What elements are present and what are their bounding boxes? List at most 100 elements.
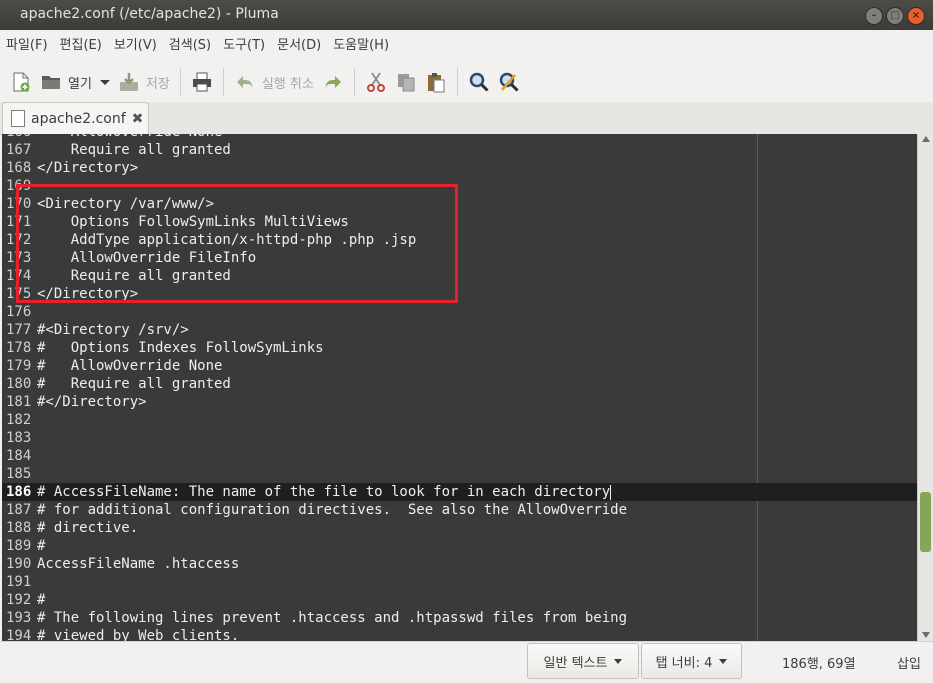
line-number: 193 xyxy=(6,610,32,626)
line-number: 187 xyxy=(6,502,32,518)
document-tab-bar: apache2.conf ✖ xyxy=(0,102,933,135)
code-line[interactable]: 181 #</Directory> xyxy=(2,393,917,411)
maximize-button[interactable]: □ xyxy=(886,7,904,25)
code-line[interactable]: 188 # directive. xyxy=(2,519,917,537)
code-line[interactable]: 168 </Directory> xyxy=(2,159,917,177)
language-selector[interactable]: 일반 텍스트 xyxy=(527,643,639,679)
paste-button[interactable] xyxy=(421,65,451,99)
title-bar: apache2.conf (/etc/apache2) - Pluma – □ … xyxy=(0,0,933,30)
line-number: 189 xyxy=(6,538,32,554)
code-line[interactable]: 192 # xyxy=(2,591,917,609)
tab-apache2-conf[interactable]: apache2.conf ✖ xyxy=(2,102,149,134)
save-label: 저장 xyxy=(145,76,170,92)
current-line[interactable]: 186 # AccessFileName: The name of the fil… xyxy=(2,483,917,501)
chevron-down-icon xyxy=(614,658,623,664)
close-button[interactable]: × xyxy=(907,7,925,25)
code-line[interactable]: 183 xyxy=(2,429,917,447)
menu-edit[interactable]: 편집(E) xyxy=(54,30,108,62)
line-number: 183 xyxy=(6,430,32,446)
line-text: # The following lines prevent .htaccess … xyxy=(37,610,628,626)
code-line[interactable]: 167 Require all granted xyxy=(2,141,917,159)
cursor-position: 186행, 69열 xyxy=(782,657,856,672)
scroll-up-icon[interactable] xyxy=(922,136,930,142)
menu-file[interactable]: 파일(F) xyxy=(0,30,54,62)
document-icon xyxy=(11,110,25,127)
code-line[interactable]: 193 # The following lines prevent .htacce… xyxy=(2,609,917,627)
code-line[interactable]: 166 AllowOverride None xyxy=(2,134,917,141)
line-text: # Options Indexes FollowSymLinks xyxy=(37,340,324,356)
menu-documents[interactable]: 문서(D) xyxy=(271,30,327,62)
replace-button[interactable] xyxy=(494,65,524,99)
code-line[interactable]: 177 #<Directory /srv/> xyxy=(2,321,917,339)
line-number: 188 xyxy=(6,520,32,536)
minimize-button[interactable]: – xyxy=(865,7,883,25)
line-number: 184 xyxy=(6,448,32,464)
line-number: 178 xyxy=(6,340,32,356)
toolbar-separator xyxy=(179,68,181,96)
line-text: # AccessFileName: The name of the file t… xyxy=(37,484,611,500)
line-number: 177 xyxy=(6,322,32,338)
menu-bar: 파일(F) 편집(E) 보기(V) 검색(S) 도구(T) 문서(D) 도움말(… xyxy=(0,30,933,62)
code-line[interactable]: 190 AccessFileName .htaccess xyxy=(2,555,917,573)
toolbar-separator xyxy=(222,68,224,96)
code-line[interactable]: 180 # Require all granted xyxy=(2,375,917,393)
chevron-down-icon xyxy=(99,80,110,85)
line-text: </Directory> xyxy=(37,160,139,176)
undo-button[interactable]: 실행 취소 xyxy=(230,65,318,99)
new-document-icon xyxy=(10,71,32,93)
insert-mode: 삽입 xyxy=(897,657,921,672)
open-button[interactable]: 열기 xyxy=(36,65,96,99)
tab-width-label: 탭 너비: 4 xyxy=(655,655,713,671)
menu-tools[interactable]: 도구(T) xyxy=(217,30,271,62)
vertical-scrollbar[interactable] xyxy=(917,134,933,641)
code-line[interactable]: 179 # AllowOverride None xyxy=(2,357,917,375)
copy-button[interactable] xyxy=(391,65,421,99)
menu-help[interactable]: 도움말(H) xyxy=(327,30,395,62)
search-icon xyxy=(468,71,490,93)
code-line[interactable]: 184 xyxy=(2,447,917,465)
code-line[interactable]: 176 xyxy=(2,303,917,321)
line-text: # AllowOverride None xyxy=(37,358,223,374)
printer-icon xyxy=(191,71,213,93)
paste-icon xyxy=(425,71,447,93)
code-line[interactable]: 178 # Options Indexes FollowSymLinks xyxy=(2,339,917,357)
pluma-window: apache2.conf (/etc/apache2) - Pluma – □ … xyxy=(0,0,933,683)
line-number: 179 xyxy=(6,358,32,374)
scrollbar-thumb[interactable] xyxy=(920,492,931,552)
scroll-down-icon[interactable] xyxy=(922,632,930,638)
line-number: 181 xyxy=(6,394,32,410)
code-line[interactable]: 185 xyxy=(2,465,917,483)
tab-width-selector[interactable]: 탭 너비: 4 xyxy=(641,643,742,679)
tab-label: apache2.conf xyxy=(31,110,126,127)
code-line[interactable]: 191 xyxy=(2,573,917,591)
line-number: 186 xyxy=(6,484,32,500)
menu-view[interactable]: 보기(V) xyxy=(108,30,163,62)
undo-arrow-icon xyxy=(234,71,256,93)
line-text: AllowOverride None xyxy=(34,134,223,141)
find-button[interactable] xyxy=(464,65,494,99)
line-number: 167 xyxy=(6,142,32,158)
new-button[interactable] xyxy=(6,65,36,99)
code-line[interactable]: 189 # xyxy=(2,537,917,555)
code-line[interactable]: 182 xyxy=(2,411,917,429)
line-text: # xyxy=(37,592,46,608)
cut-button[interactable] xyxy=(361,65,391,99)
line-number: 192 xyxy=(6,592,32,608)
save-button[interactable]: 저장 xyxy=(114,65,174,99)
print-button[interactable] xyxy=(187,65,217,99)
line-number: 182 xyxy=(6,412,32,428)
line-text: Require all granted xyxy=(37,142,231,158)
line-text: AccessFileName .htaccess xyxy=(37,556,240,572)
folder-icon xyxy=(40,71,62,93)
toolbar-separator xyxy=(456,68,458,96)
line-text: # viewed by Web clients. xyxy=(37,628,240,641)
line-text: #</Directory> xyxy=(37,394,147,410)
tab-close-icon[interactable]: ✖ xyxy=(132,111,144,127)
menu-search[interactable]: 검색(S) xyxy=(163,30,217,62)
text-editor[interactable]: 166 AllowOverride None167 Require all gr… xyxy=(2,134,917,641)
code-line[interactable]: 187 # for additional configuration direct… xyxy=(2,501,917,519)
line-text: # for additional configuration directive… xyxy=(37,502,628,518)
code-line[interactable]: 194 # viewed by Web clients. xyxy=(2,627,917,641)
redo-button[interactable] xyxy=(318,65,348,99)
open-recent-dropdown[interactable] xyxy=(96,65,114,99)
